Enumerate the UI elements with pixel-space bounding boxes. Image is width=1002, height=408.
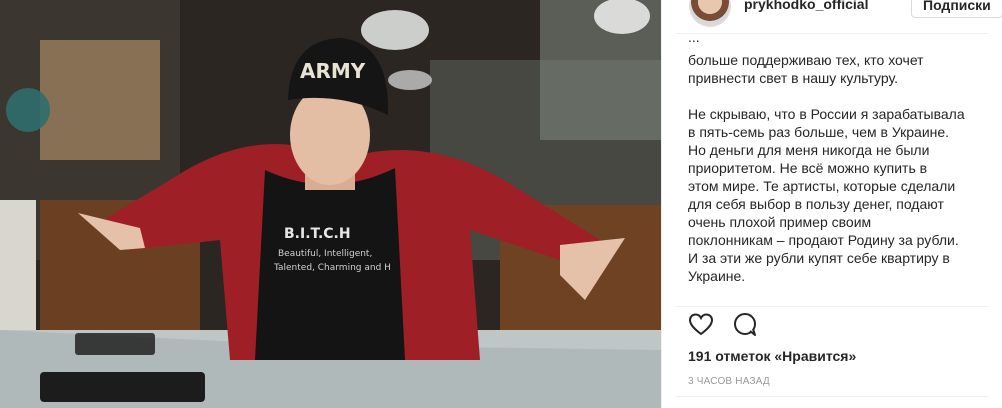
shirt-text-line2: Beautiful, Intelligent, xyxy=(278,249,372,259)
shirt-text-line1: B.I.T.C.H xyxy=(284,226,351,242)
comment-divider xyxy=(676,396,988,397)
caption-divider xyxy=(676,306,988,307)
post-header: prykhodko_official Подписки xyxy=(662,0,1002,34)
following-button[interactable]: Подписки xyxy=(911,0,1002,18)
post-photo[interactable]: ARMY B.I.T.C.H Beautiful, Intelligent, T… xyxy=(0,0,661,408)
heart-icon[interactable] xyxy=(688,312,714,338)
post-timestamp[interactable]: 3 часов назад xyxy=(688,376,770,387)
post-side-panel: prykhodko_official Подписки ... больше п… xyxy=(661,0,1002,408)
username-link[interactable]: prykhodko_official xyxy=(744,0,868,12)
caption-cut-text: ... xyxy=(688,40,748,46)
shirt-text-line3: Talented, Charming and H xyxy=(273,263,391,273)
caption-paragraph-1: больше поддерживаю тех, кто хочет привне… xyxy=(688,52,924,86)
profile-avatar[interactable] xyxy=(690,0,730,26)
header-divider xyxy=(676,33,988,34)
caption-cut-line: ... xyxy=(688,40,748,46)
post-caption: больше поддерживаю тех, кто хочет привне… xyxy=(688,51,993,285)
comment-icon[interactable] xyxy=(732,312,758,338)
likes-count[interactable]: 191 отметок «Нравится» xyxy=(688,348,856,364)
cap-text: ARMY xyxy=(300,59,366,83)
photo-scene: ARMY B.I.T.C.H Beautiful, Intelligent, T… xyxy=(0,0,661,408)
caption-paragraph-2: Не скрываю, что в России я зарабатывала … xyxy=(688,106,965,284)
